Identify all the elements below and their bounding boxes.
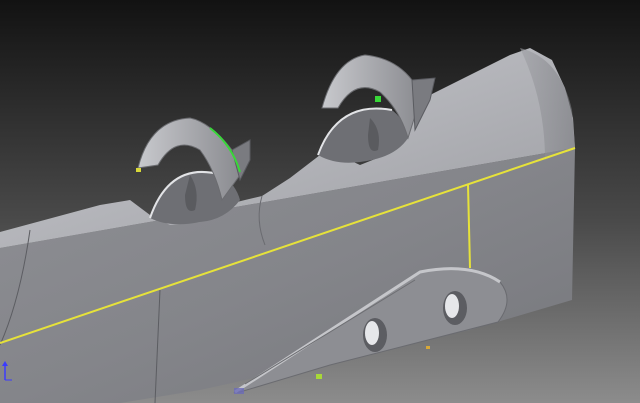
view-triad-icon	[2, 361, 12, 381]
sketch-point-front[interactable]	[136, 168, 141, 172]
model-canvas[interactable]	[0, 0, 640, 403]
sketch-point-fairing[interactable]	[426, 346, 430, 349]
lightening-hole-right[interactable]	[443, 291, 467, 325]
sketch-point-rear[interactable]	[375, 96, 381, 102]
sketch-point-bottom[interactable]	[316, 374, 322, 379]
cad-viewport[interactable]	[0, 0, 640, 403]
lightening-hole-left[interactable]	[363, 318, 387, 352]
fairing-tip-marker[interactable]	[234, 388, 244, 394]
view-triad[interactable]	[0, 360, 16, 382]
